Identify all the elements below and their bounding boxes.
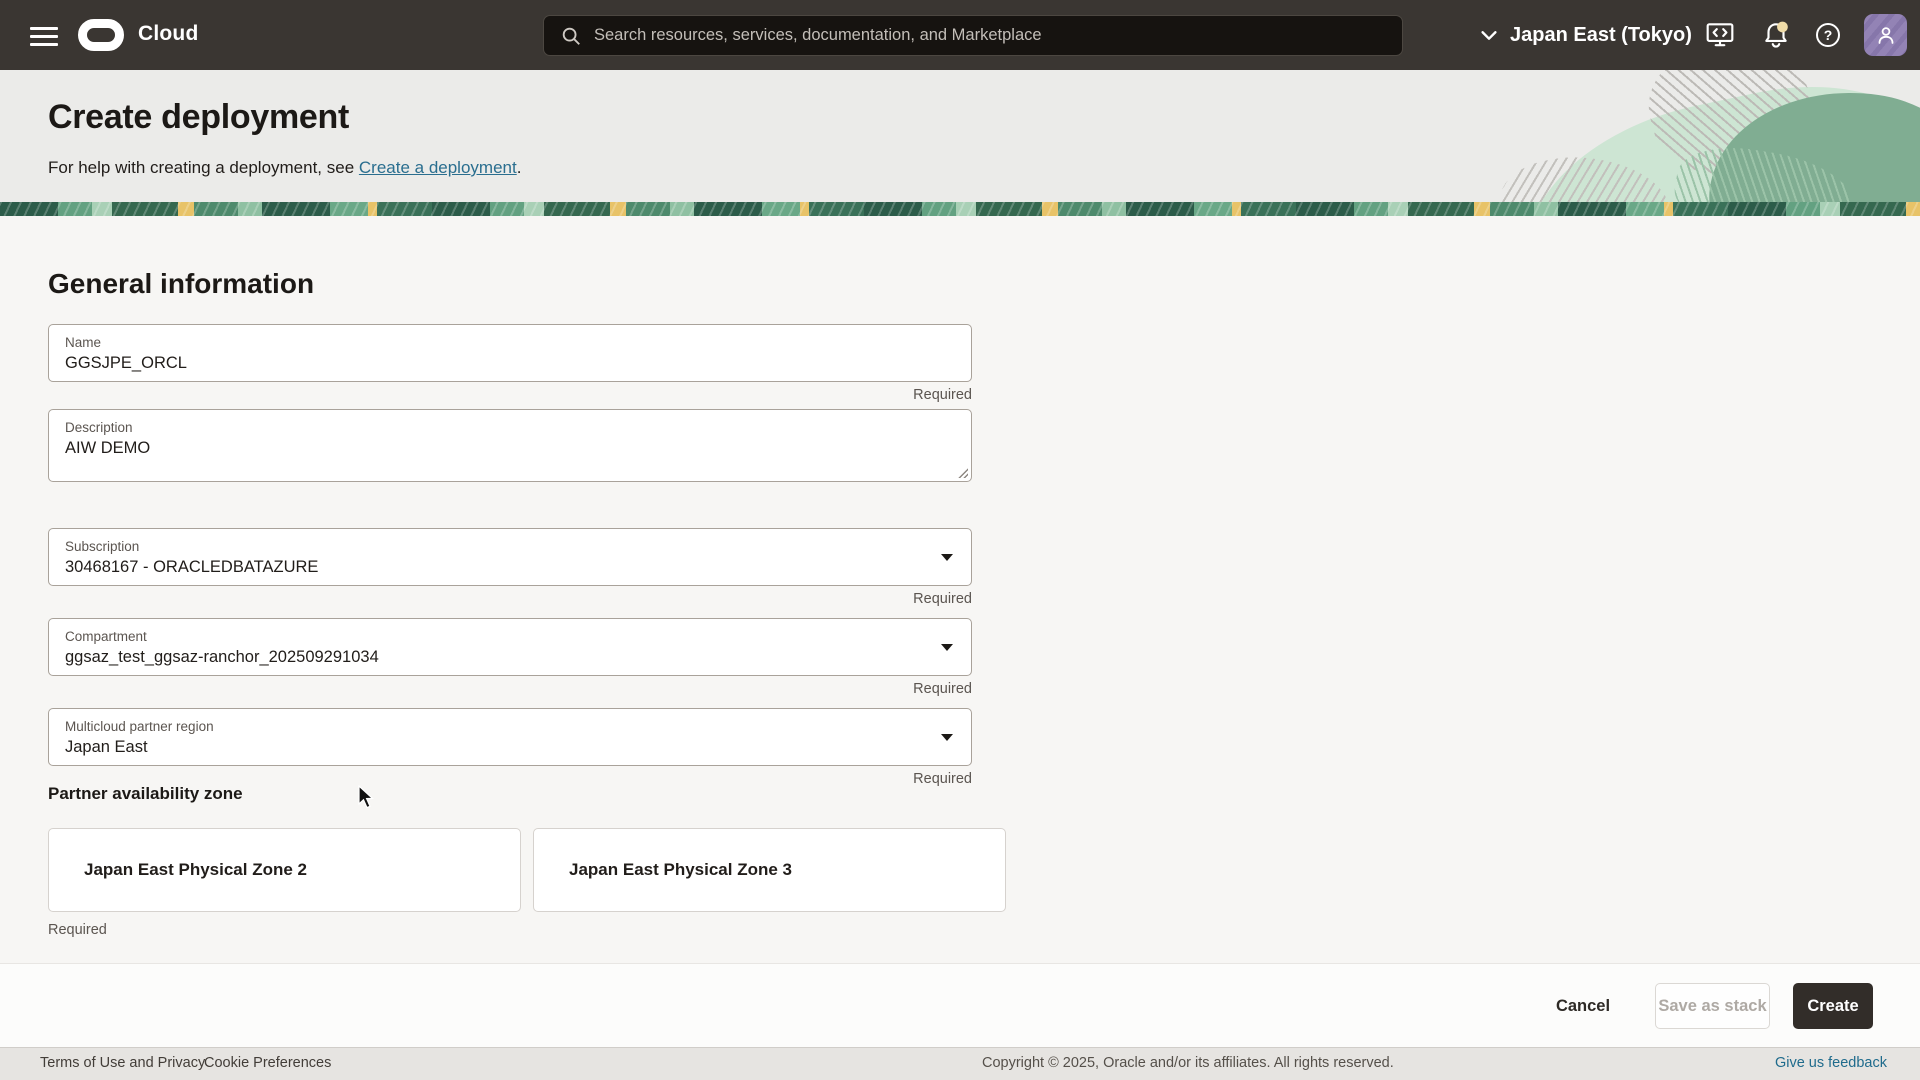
region-label: Japan East (Tokyo): [1510, 24, 1692, 47]
dropdown-caret-icon[interactable]: [941, 554, 953, 561]
dropdown-caret-icon[interactable]: [941, 734, 953, 741]
cookie-preferences-link[interactable]: Cookie Preferences: [204, 1055, 331, 1071]
help-text: For help with creating a deployment, see…: [48, 158, 521, 178]
subscription-value: 30468167 - ORACLEDBATAZURE: [65, 556, 955, 579]
brand-label: Cloud: [138, 22, 198, 46]
notification-badge: [1777, 22, 1788, 33]
svg-text:?: ?: [1824, 27, 1833, 43]
cancel-button[interactable]: Cancel: [1548, 983, 1618, 1029]
name-label: Name: [65, 334, 955, 351]
required-hint-name: Required: [48, 387, 972, 403]
partner-zone-card-3[interactable]: Japan East Physical Zone 3: [533, 828, 1006, 912]
description-label: Description: [65, 419, 955, 436]
subscription-label: Subscription: [65, 538, 955, 555]
hamburger-menu-icon[interactable]: [30, 22, 60, 48]
partner-region-label: Multicloud partner region: [65, 718, 955, 735]
compartment-select[interactable]: Compartment ggsaz_test_ggsaz-ranchor_202…: [48, 618, 972, 676]
notifications-bell-icon[interactable]: [1754, 0, 1798, 70]
dropdown-caret-icon[interactable]: [941, 644, 953, 651]
required-hint-subscription: Required: [48, 591, 972, 607]
help-question-icon[interactable]: ?: [1806, 0, 1850, 70]
feedback-link[interactable]: Give us feedback: [1775, 1055, 1887, 1071]
partner-region-value: Japan East: [65, 736, 955, 759]
compartment-label: Compartment: [65, 628, 955, 645]
search-icon: [560, 25, 582, 47]
top-navigation-bar: Cloud Search resources, services, docume…: [0, 0, 1920, 70]
person-icon: [1874, 23, 1898, 47]
user-avatar[interactable]: [1864, 14, 1907, 56]
page-footer: Terms of Use and Privacy Cookie Preferen…: [0, 1047, 1920, 1080]
required-hint-compartment: Required: [48, 681, 972, 697]
terms-link[interactable]: Terms of Use and Privacy: [40, 1055, 205, 1071]
form-action-bar: Cancel Save as stack Create: [0, 963, 1920, 1047]
partner-availability-zone-title: Partner availability zone: [48, 784, 243, 804]
multicloud-partner-region-select[interactable]: Multicloud partner region Japan East: [48, 708, 972, 766]
search-placeholder: Search resources, services, documentatio…: [594, 26, 1042, 45]
description-value[interactable]: AIW DEMO: [65, 437, 955, 460]
compartment-value: ggsaz_test_ggsaz-ranchor_202509291034: [65, 646, 955, 669]
decorative-green-band: [0, 202, 1920, 216]
subscription-select[interactable]: Subscription 30468167 - ORACLEDBATAZURE: [48, 528, 972, 586]
save-as-stack-button[interactable]: Save as stack: [1655, 983, 1770, 1029]
oracle-logo-icon[interactable]: [78, 19, 124, 51]
create-deployment-help-link[interactable]: Create a deployment: [359, 158, 517, 177]
region-selector[interactable]: Japan East (Tokyo): [1478, 0, 1692, 70]
page-title: Create deployment: [48, 98, 349, 137]
required-hint-partner-zone: Required: [48, 922, 107, 938]
textarea-resize-handle[interactable]: [957, 467, 968, 478]
page-header: Create deployment For help with creating…: [0, 70, 1920, 202]
section-title-general-information: General information: [48, 268, 314, 300]
name-field[interactable]: Name GGSJPE_ORCL: [48, 324, 972, 382]
copyright-text: Copyright © 2025, Oracle and/or its affi…: [982, 1055, 1394, 1071]
cloud-shell-monitor-icon[interactable]: [1698, 0, 1742, 70]
mouse-cursor: [357, 785, 379, 811]
global-search-input[interactable]: Search resources, services, documentatio…: [543, 15, 1403, 56]
name-value[interactable]: GGSJPE_ORCL: [65, 352, 955, 375]
partner-zone-card-2[interactable]: Japan East Physical Zone 2: [48, 828, 521, 912]
chevron-down-icon: [1478, 24, 1500, 46]
create-button[interactable]: Create: [1793, 983, 1873, 1029]
description-field[interactable]: Description AIW DEMO: [48, 409, 972, 482]
decorative-leaf-art: [1490, 70, 1920, 202]
